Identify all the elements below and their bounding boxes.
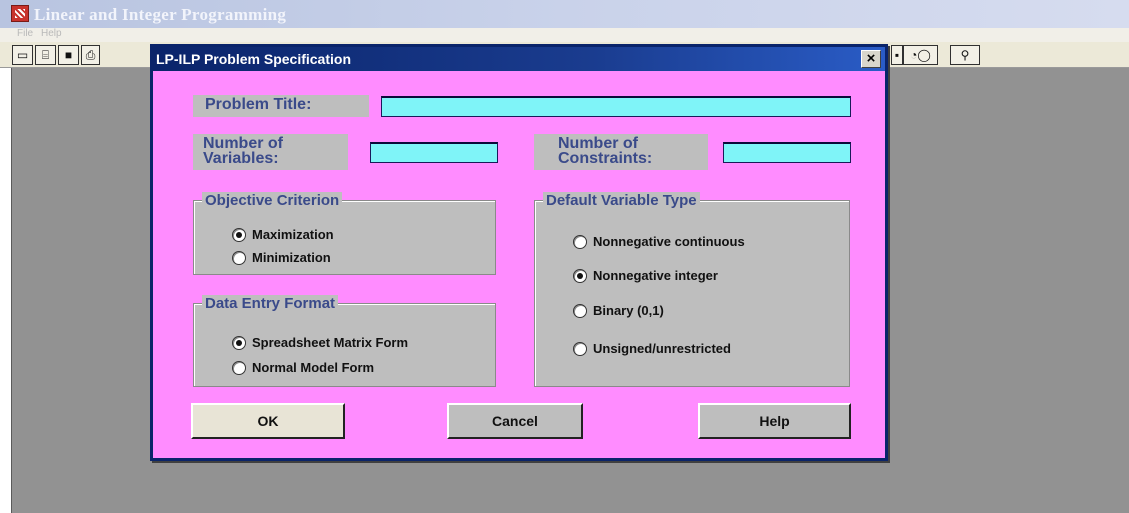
- objective-criterion-legend: Objective Criterion: [202, 192, 343, 209]
- binary-option[interactable]: Binary (0,1): [573, 303, 664, 318]
- radio-unselected-icon[interactable]: [573, 341, 587, 356]
- nonnegative-continuous-label: Nonnegative continuous: [593, 234, 745, 249]
- objective-criterion-group: Objective Criterion Maximization Minimiz…: [193, 192, 496, 275]
- unsigned-unrestricted-option[interactable]: Unsigned/unrestricted: [573, 341, 731, 356]
- chart-icon[interactable]: ◔◯: [903, 45, 938, 65]
- num-constraints-field[interactable]: [723, 142, 851, 163]
- spreadsheet-matrix-label: Spreadsheet Matrix Form: [252, 335, 409, 350]
- open-icon[interactable]: ⌸: [35, 45, 56, 65]
- app-title: Linear and Integer Programming: [34, 5, 287, 24]
- new-icon[interactable]: ▭: [12, 45, 33, 65]
- default-variable-type-group: Default Variable Type Nonnegative contin…: [534, 192, 850, 387]
- radio-selected-icon[interactable]: [573, 268, 587, 283]
- radio-unselected-icon[interactable]: [232, 250, 246, 265]
- cancel-button[interactable]: Cancel: [447, 403, 583, 439]
- binary-label: Binary (0,1): [593, 303, 664, 318]
- data-entry-format-legend: Data Entry Format: [202, 295, 339, 312]
- minimization-label: Minimization: [252, 250, 331, 265]
- radio-selected-icon[interactable]: [232, 335, 246, 350]
- num-variables-field[interactable]: [370, 142, 498, 163]
- problem-title-field[interactable]: [381, 96, 851, 117]
- menu-help[interactable]: Help: [41, 28, 62, 39]
- dialog-title-bar: LP-ILP Problem Specification ×: [153, 47, 885, 71]
- problem-title-label: Problem Title:: [193, 95, 369, 117]
- num-variables-label: Number of Variables:: [193, 134, 348, 170]
- ok-button[interactable]: OK: [191, 403, 345, 439]
- unsigned-unrestricted-label: Unsigned/unrestricted: [593, 341, 731, 356]
- save-icon[interactable]: ■: [58, 45, 79, 65]
- problem-specification-dialog: LP-ILP Problem Specification × Problem T…: [150, 44, 888, 461]
- nonnegative-continuous-option[interactable]: Nonnegative continuous: [573, 234, 745, 249]
- spreadsheet-matrix-option[interactable]: Spreadsheet Matrix Form: [232, 335, 408, 350]
- radio-selected-icon[interactable]: [232, 227, 246, 242]
- data-entry-format-group: Data Entry Format Spreadsheet Matrix For…: [193, 295, 496, 387]
- toolbar-button-icon[interactable]: ▪: [891, 45, 903, 65]
- normal-model-option[interactable]: Normal Model Form: [232, 360, 374, 375]
- menu-bar: File Help: [0, 28, 1129, 42]
- app-icon: [11, 5, 29, 22]
- help-pointer-icon[interactable]: ⚲: [950, 45, 980, 65]
- workspace-left-edge: [0, 68, 12, 513]
- maximization-label: Maximization: [252, 227, 334, 242]
- nonnegative-integer-label: Nonnegative integer: [593, 268, 718, 283]
- minimization-option[interactable]: Minimization: [232, 250, 331, 265]
- menu-file[interactable]: File: [17, 28, 33, 39]
- nonnegative-integer-option[interactable]: Nonnegative integer: [573, 268, 718, 283]
- app-title-bar: Linear and Integer Programming: [0, 0, 1129, 28]
- num-constraints-label: Number of Constraints:: [534, 134, 708, 170]
- print-icon[interactable]: ⎙: [81, 45, 100, 65]
- radio-unselected-icon[interactable]: [232, 360, 246, 375]
- dialog-title: LP-ILP Problem Specification: [156, 51, 352, 67]
- radio-unselected-icon[interactable]: [573, 234, 587, 249]
- maximization-option[interactable]: Maximization: [232, 227, 334, 242]
- normal-model-label: Normal Model Form: [252, 360, 375, 375]
- close-icon[interactable]: ×: [861, 50, 881, 68]
- help-button[interactable]: Help: [698, 403, 851, 439]
- default-variable-type-legend: Default Variable Type: [543, 192, 700, 209]
- radio-unselected-icon[interactable]: [573, 303, 587, 318]
